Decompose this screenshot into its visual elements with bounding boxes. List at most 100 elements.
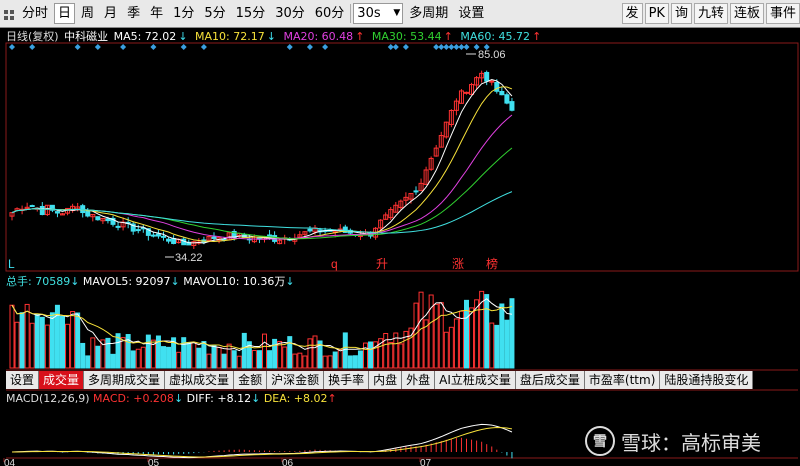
indicator-tab[interactable]: 外盘 — [402, 371, 436, 389]
signal-diamond-icon — [322, 44, 329, 50]
signal-diamond-icon — [94, 44, 101, 50]
indicator-tab[interactable]: 换手率 — [324, 371, 370, 389]
mavol10-line — [11, 304, 513, 350]
volume-bar — [90, 337, 96, 369]
candle-body — [39, 206, 45, 216]
toolbar-right-button[interactable]: 发 — [621, 3, 643, 24]
ma30-label: MA30: 53.44 ↑ — [371, 30, 453, 43]
chart-mode[interactable]: 日线(复权) — [6, 30, 59, 43]
candle-body — [54, 211, 60, 214]
watermark: 雪 雪球：高标审美 — [585, 426, 761, 456]
volume-bar — [357, 350, 363, 369]
toolbar-right-button[interactable]: 连板 — [729, 3, 764, 24]
volume-bar — [241, 332, 247, 369]
event-marker: 涨 — [452, 256, 464, 271]
volume-bar — [34, 313, 40, 369]
snowball-logo-icon: 雪 — [585, 426, 615, 456]
volume-bar — [499, 303, 505, 369]
ma60-label: MA60: 45.72 ↑ — [460, 30, 542, 43]
volume-bar — [80, 342, 86, 369]
indicator-tab[interactable]: 陆股通持股变化 — [660, 371, 754, 389]
volume-bar — [282, 346, 288, 369]
settings-button[interactable]: 设置 — [454, 3, 488, 24]
indicator-tab[interactable]: 内盘 — [369, 371, 403, 389]
candle-body — [464, 91, 469, 94]
volume-bar — [302, 355, 308, 369]
volume-bar — [256, 350, 262, 369]
volume-bar — [398, 343, 404, 369]
volume-bar — [433, 303, 439, 369]
candle-body — [499, 91, 505, 96]
chevron-down-icon: ▼ — [393, 8, 401, 18]
ma10-line — [11, 86, 513, 242]
candle-body — [307, 228, 313, 232]
indicator-tab[interactable]: 金额 — [234, 371, 268, 389]
volume-bar — [221, 353, 227, 369]
signal-diamond-icon — [402, 44, 409, 50]
volume-bar — [49, 312, 55, 369]
volume-bar — [130, 350, 136, 369]
event-marker: L — [8, 257, 15, 271]
volume-bar — [448, 326, 454, 369]
volume-bar — [231, 350, 237, 369]
toolbar-right-button[interactable]: 九转 — [693, 3, 728, 24]
volume-bar — [155, 335, 161, 369]
signal-diamond-icon — [463, 44, 470, 50]
period-tab[interactable]: 1分 — [169, 3, 198, 24]
indicator-tab[interactable]: 多周期成交量 — [84, 371, 166, 389]
volume-bar — [251, 349, 257, 369]
volume-bar — [9, 304, 15, 369]
toolbar-right-button[interactable]: 询 — [670, 3, 692, 24]
indicator-tab[interactable]: 市盈率(ttm) — [584, 371, 661, 389]
indicator-tab[interactable]: 虚拟成交量 — [165, 371, 235, 389]
volume-bar — [14, 321, 20, 369]
period-tab[interactable]: 分时 — [18, 3, 52, 24]
volume-bar — [272, 338, 278, 369]
volume-bar — [24, 303, 30, 369]
event-marker: q — [331, 257, 338, 271]
volume-bar — [105, 337, 111, 369]
dea-value: DEA: +8.02 — [263, 392, 328, 405]
volume-bar — [196, 347, 202, 369]
interval-select[interactable]: 30s ▼ — [353, 3, 404, 24]
volume-bar — [458, 310, 464, 369]
volume-bar — [307, 338, 313, 369]
mavol10-label: MAVOL10: 10.36万 — [183, 275, 286, 288]
toolbar-right-button[interactable]: 事件 — [765, 3, 800, 24]
volume-bar — [145, 334, 151, 369]
period-tab[interactable]: 年 — [146, 3, 167, 24]
period-tab[interactable]: 周 — [77, 3, 98, 24]
volume-bar — [438, 302, 444, 369]
candle-body — [85, 210, 91, 217]
period-tab[interactable]: 60分 — [311, 3, 349, 24]
volume-bar — [337, 348, 343, 369]
period-tab[interactable]: 5分 — [200, 3, 229, 24]
volume-bar — [161, 346, 166, 369]
ma20-line — [11, 114, 513, 240]
toolbar-right-button[interactable]: PK — [644, 3, 669, 24]
period-tab[interactable]: 日 — [54, 3, 76, 24]
grid-menu-icon[interactable] — [0, 4, 16, 23]
indicator-tab[interactable]: 沪深金额 — [267, 371, 325, 389]
ma30-line — [11, 147, 513, 240]
period-tab[interactable]: 15分 — [232, 3, 270, 24]
toolbar: 分时日周月季年 1分 5分 15分 30分 60分 30s ▼ 多周期 设置 发 PK 询九转连… — [0, 0, 800, 28]
volume-bar — [44, 324, 50, 369]
high-price-label: 85.06 — [478, 49, 506, 61]
ma20-label: MA20: 60.48 ↑ — [283, 30, 365, 43]
signal-diamond-icon — [9, 44, 15, 50]
indicator-tab[interactable]: AI立桩成交量 — [435, 371, 516, 389]
indicator-tab[interactable]: 成交量 — [39, 371, 85, 389]
multi-period-button[interactable]: 多周期 — [405, 3, 452, 24]
period-tab[interactable]: 月 — [100, 3, 121, 24]
period-tab[interactable]: 30分 — [271, 3, 309, 24]
indicator-tab[interactable]: 盘后成交量 — [515, 371, 585, 389]
candle-body — [135, 229, 141, 232]
diff-value: DIFF: +8.12 — [186, 392, 252, 405]
period-tab[interactable]: 季 — [123, 3, 144, 24]
volume-bar — [206, 353, 212, 369]
volume-bar — [494, 324, 500, 369]
volume-bar — [287, 336, 293, 369]
indicator-tab[interactable]: 设置 — [6, 371, 40, 389]
candle-body — [161, 235, 166, 238]
